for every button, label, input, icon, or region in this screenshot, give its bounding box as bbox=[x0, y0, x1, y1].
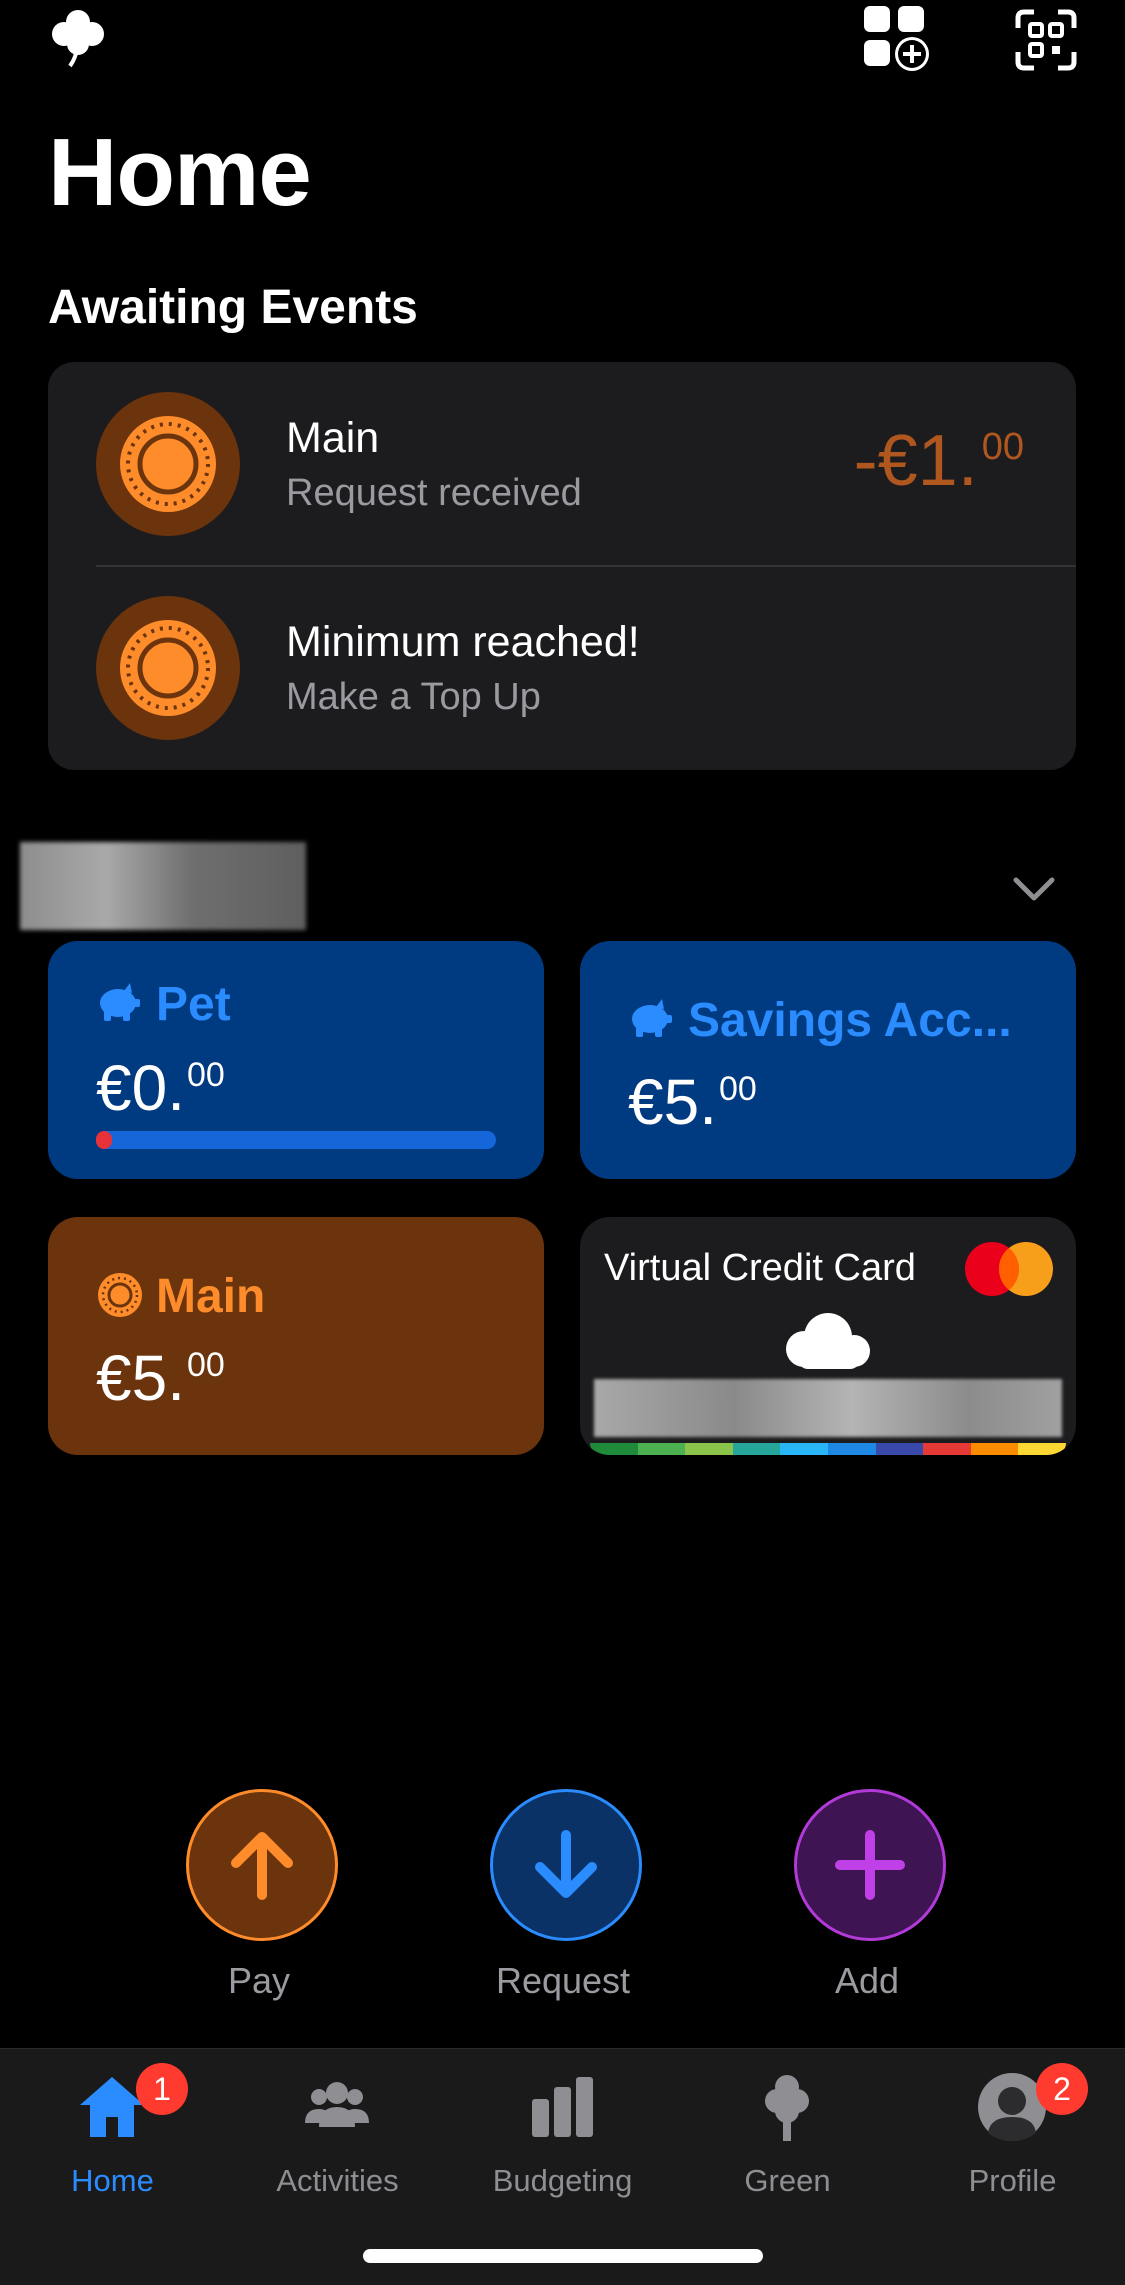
account-group-name-redacted bbox=[20, 842, 306, 930]
event-title: Minimum reached! bbox=[286, 618, 640, 666]
piggy-bank-icon bbox=[100, 983, 140, 1021]
piggy-bank-icon bbox=[632, 999, 672, 1037]
card-color-strip bbox=[590, 1443, 1066, 1455]
tile-label: Savings Acc... bbox=[688, 994, 1012, 1047]
page-title: Home bbox=[48, 119, 312, 226]
tab-label: Activities bbox=[276, 2163, 399, 2198]
notification-badge: 1 bbox=[136, 2063, 188, 2115]
pay-label: Pay bbox=[227, 1960, 291, 2001]
plus-icon bbox=[835, 1830, 905, 1900]
virtual-credit-card-tile[interactable]: Virtual Credit Card bbox=[580, 1217, 1076, 1455]
cloud-icon bbox=[786, 1313, 870, 1369]
tab-label: Profile bbox=[968, 2163, 1057, 2198]
main-sun-icon bbox=[96, 392, 240, 536]
tab-label: Budgeting bbox=[492, 2163, 633, 2198]
notification-badge: 2 bbox=[1036, 2063, 1088, 2115]
tab-profile[interactable]: Profile 2 bbox=[900, 2049, 1125, 2229]
event-title: Main bbox=[286, 414, 380, 462]
tree-icon bbox=[765, 2075, 809, 2141]
tile-balance: €0.00 bbox=[96, 1052, 225, 1124]
tab-budgeting[interactable]: Budgeting bbox=[450, 2049, 675, 2229]
event-row-request[interactable]: Main Request received -€1. 00 bbox=[48, 362, 1076, 567]
goal-progress-bar bbox=[96, 1131, 496, 1149]
request-button[interactable] bbox=[490, 1789, 642, 1941]
request-label: Request bbox=[495, 1960, 631, 2001]
tab-activities[interactable]: Activities bbox=[225, 2049, 450, 2229]
pay-button[interactable] bbox=[186, 1789, 338, 1941]
tab-green[interactable]: Green bbox=[675, 2049, 900, 2229]
people-icon bbox=[305, 2082, 369, 2127]
awaiting-events-title: Awaiting Events bbox=[48, 281, 418, 334]
mastercard-icon bbox=[965, 1242, 1053, 1296]
tile-balance: €5.00 bbox=[628, 1066, 757, 1138]
main-sun-icon bbox=[96, 596, 240, 740]
goal-progress-fill bbox=[96, 1131, 112, 1149]
chevron-down-icon[interactable] bbox=[1010, 872, 1058, 904]
clover-icon bbox=[52, 10, 104, 68]
account-tile-pet[interactable]: Pet €0.00 bbox=[48, 941, 544, 1179]
main-sun-icon bbox=[98, 1273, 142, 1317]
tile-balance: €5.00 bbox=[96, 1342, 225, 1414]
tile-label: Pet bbox=[156, 978, 231, 1031]
card-title: Virtual Credit Card bbox=[604, 1247, 916, 1289]
add-label: Add bbox=[834, 1960, 900, 2001]
widget-add-icon[interactable] bbox=[862, 4, 930, 72]
awaiting-events-card: Main Request received -€1. 00 Minimum rea… bbox=[48, 362, 1076, 770]
arrow-up-icon bbox=[231, 1832, 293, 1900]
event-amount: -€1. 00 bbox=[853, 421, 1024, 501]
event-subtitle: Make a Top Up bbox=[286, 676, 541, 718]
account-tile-savings[interactable]: Savings Acc... €5.00 bbox=[580, 941, 1076, 1179]
account-tile-main[interactable]: Main €5.00 bbox=[48, 1217, 544, 1455]
tab-home[interactable]: Home 1 bbox=[0, 2049, 225, 2229]
event-subtitle: Request received bbox=[286, 472, 582, 514]
bars-icon bbox=[532, 2077, 593, 2137]
card-number-redacted bbox=[594, 1379, 1062, 1437]
home-indicator bbox=[363, 2249, 763, 2263]
event-row-minimum[interactable]: Minimum reached! Make a Top Up bbox=[48, 566, 1076, 770]
tab-label: Home bbox=[71, 2163, 154, 2198]
tab-label: Green bbox=[744, 2163, 831, 2198]
add-button[interactable] bbox=[794, 1789, 946, 1941]
arrow-down-icon bbox=[535, 1830, 597, 1898]
qr-scan-icon[interactable] bbox=[1014, 8, 1078, 72]
tile-label: Main bbox=[156, 1270, 266, 1323]
